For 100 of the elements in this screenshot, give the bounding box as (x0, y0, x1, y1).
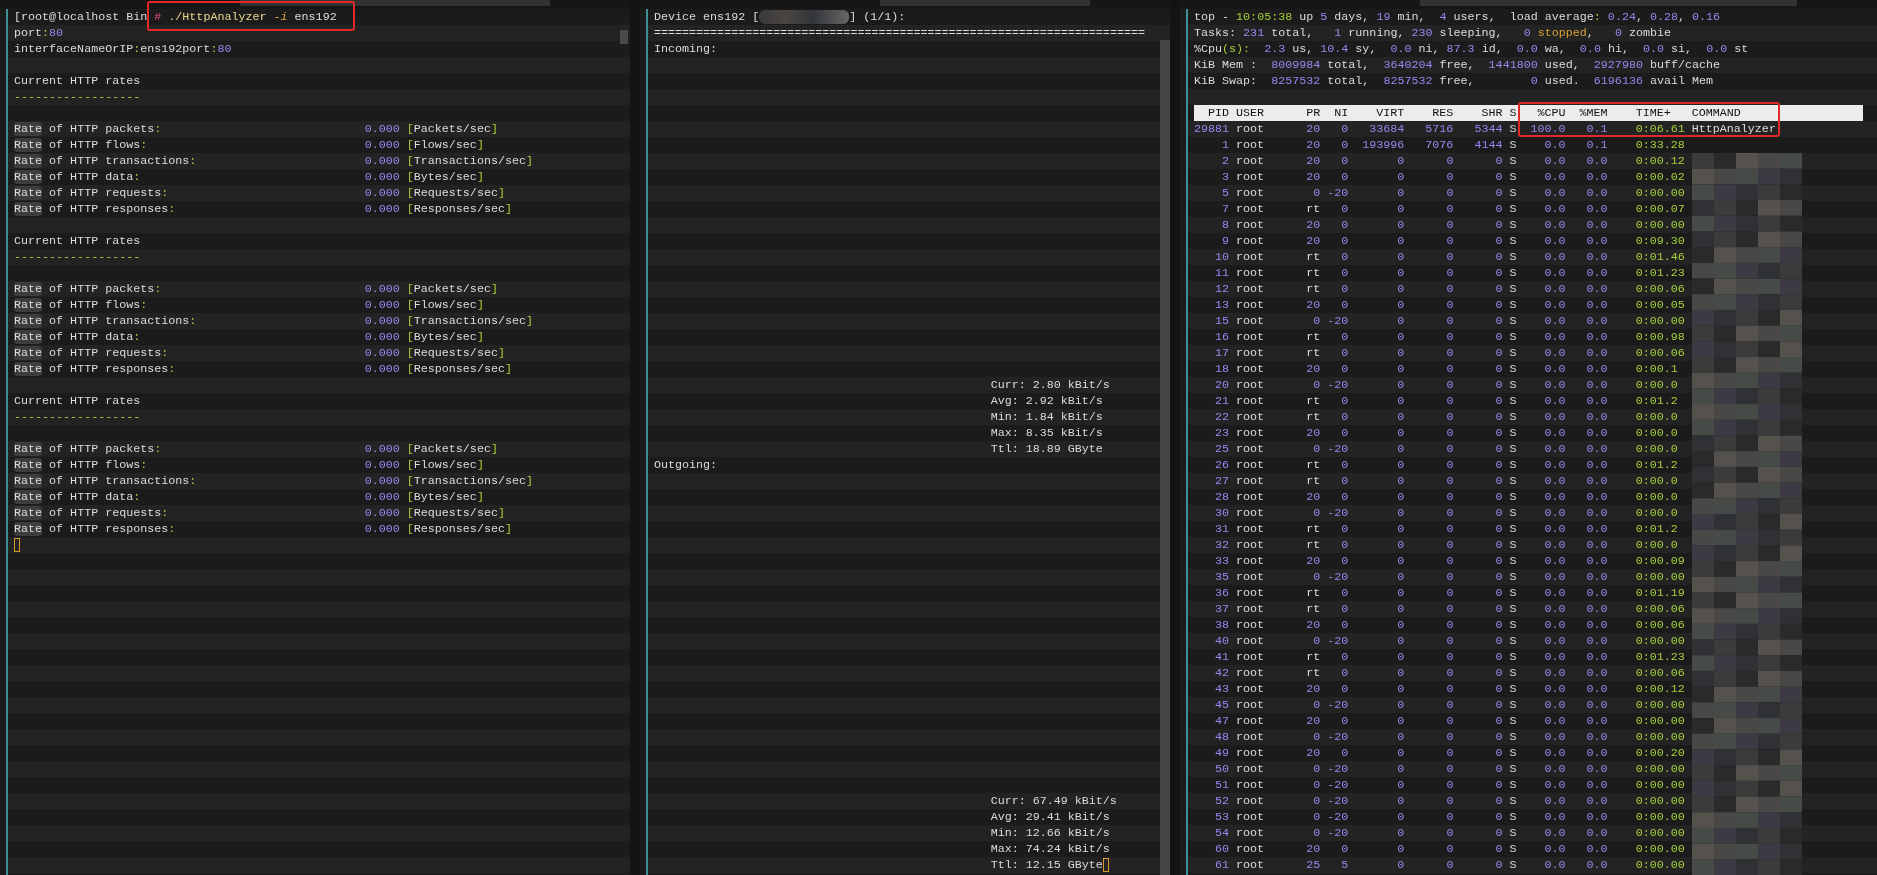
table-cell-text: 0 (1340, 361, 1349, 377)
table-cell-text: 0.0 (1543, 457, 1566, 473)
table-cell-text: 0.0 (1543, 697, 1566, 713)
table-cell-text: 0.0 (1543, 169, 1566, 185)
table-cell: 29881 (1194, 121, 1230, 137)
table-cell-text: 0 (1445, 841, 1454, 857)
table-cell-text: 20 (1305, 617, 1321, 633)
rate-stat: Avg: 29.41 kBit/s (990, 809, 1110, 825)
table-cell-text: 0 (1494, 377, 1503, 393)
table-cell-text: 0.0 (1543, 537, 1566, 553)
section-label: Outgoing: (654, 457, 718, 473)
table-cell-text: 0 (1340, 713, 1349, 729)
table-cell-text: 0 (1396, 681, 1405, 697)
table-cell-text: 10 (1214, 249, 1230, 265)
table-cell-text: 100.0 (1529, 121, 1566, 137)
table-cell-text: 0 (1396, 665, 1405, 681)
table-cell-text: 0 (1340, 281, 1349, 297)
table-cell-text: 0 (1312, 377, 1321, 393)
rate-stat: Min: 1.84 kBit/s (990, 409, 1103, 425)
table-cell-text: 0.0 (1585, 649, 1608, 665)
table-cell-text: 0 (1445, 425, 1454, 441)
table-cell-text: 0:00.0 (1634, 441, 1679, 457)
table-cell-text: 0:00.06 (1634, 617, 1685, 633)
table-cell: -20 (1327, 825, 1349, 841)
table-cell-text: 0 (1396, 505, 1405, 521)
terminal-line: ------------------ (14, 89, 141, 105)
table-cell-text: 0:01.2 (1634, 521, 1679, 537)
table-cell-text: 0 (1494, 217, 1503, 233)
rate-value: 0.000 (364, 521, 400, 537)
scrollbar-thumb[interactable] (620, 30, 628, 44)
column-header: SHR (1480, 105, 1503, 121)
terminal-line: ------------------ (14, 409, 141, 425)
table-cell-text: 0.0 (1543, 217, 1566, 233)
table-cell-text: root (1236, 217, 1266, 233)
table-cell-text: 0.0 (1585, 601, 1608, 617)
table-cell-text: 0.1 (1585, 121, 1608, 137)
table-cell-text: 0 (1396, 777, 1405, 793)
table-cell-text: 0 (1445, 537, 1454, 553)
rate-unit: [Requests/sec] (406, 185, 505, 201)
table-cell: S (1509, 217, 1517, 233)
table-cell-text: 0.0 (1543, 553, 1566, 569)
table-cell-text: 0 (1396, 857, 1405, 873)
table-cell-text: 4144 (1473, 137, 1503, 153)
table-cell-text: root (1236, 857, 1266, 873)
table-cell-text: 16 (1214, 329, 1230, 345)
table-cell-text: 0 (1340, 345, 1349, 361)
table-cell-text: 0 (1340, 217, 1349, 233)
table-cell-text: 0 (1340, 329, 1349, 345)
table-cell-text: 0 (1494, 329, 1503, 345)
table-cell-text: 0 (1396, 793, 1405, 809)
table-cell-text: 0 (1340, 601, 1349, 617)
rate-unit: [Responses/sec] (406, 201, 512, 217)
table-cell-text: root (1236, 553, 1266, 569)
table-cell-text: 0 (1396, 345, 1405, 361)
table-cell-text: 0 (1340, 201, 1349, 217)
table-cell-text: 0 (1396, 169, 1405, 185)
table-cell: S (1509, 585, 1517, 601)
rate-value: 0.000 (364, 169, 400, 185)
table-cell: S (1509, 505, 1517, 521)
table-cell-text: 0 (1494, 521, 1503, 537)
table-cell-text: root (1236, 809, 1266, 825)
table-cell-text: root (1236, 409, 1266, 425)
table-cell-text: root (1236, 505, 1266, 521)
table-cell-text: 0 (1396, 393, 1405, 409)
rate-unit: [Responses/sec] (406, 521, 512, 537)
table-cell-text: 0 (1445, 521, 1454, 537)
table-cell-text: 0.0 (1585, 521, 1608, 537)
table-cell-text: 0.0 (1585, 489, 1608, 505)
table-cell-text: 28 (1214, 489, 1230, 505)
table-cell-text: 0.0 (1543, 713, 1566, 729)
table-cell-text: 0 (1494, 313, 1503, 329)
table-cell-text: 0 (1494, 489, 1503, 505)
table-cell-text: 0 (1445, 793, 1454, 809)
table-cell-text: 0:00.00 (1634, 857, 1685, 873)
text-cursor (1102, 858, 1109, 872)
table-cell-text: 0 (1445, 185, 1454, 201)
table-cell-text: 0:00.00 (1634, 809, 1685, 825)
table-cell-text: 0 (1396, 713, 1405, 729)
table-cell-text: 0 (1445, 649, 1454, 665)
table-cell-text: 0.0 (1585, 841, 1608, 857)
table-cell-text: 0 (1494, 681, 1503, 697)
table-cell-text: 0.0 (1543, 281, 1566, 297)
rate-label: Rate of HTTP flows: (14, 298, 148, 312)
table-cell-text: 0 (1340, 169, 1349, 185)
table-cell-text: 0 (1396, 233, 1405, 249)
table-cell: S (1509, 329, 1517, 345)
table-cell-text: 0 (1445, 329, 1454, 345)
table-cell-text: 5 (1340, 857, 1349, 873)
table-cell-text: 0.0 (1543, 505, 1566, 521)
scrollbar[interactable] (1160, 40, 1170, 875)
table-cell-text: 0 (1445, 569, 1454, 585)
table-cell-text: 0 (1494, 425, 1503, 441)
table-cell-text: 0 (1396, 249, 1405, 265)
table-cell: -20 (1327, 313, 1349, 329)
table-cell: S (1509, 681, 1517, 697)
table-cell-text: 0 (1445, 585, 1454, 601)
table-cell-text: 193996 (1361, 137, 1405, 153)
table-cell-text: 0 (1494, 729, 1503, 745)
table-cell-text: 0.0 (1585, 345, 1608, 361)
table-cell-text: 0.0 (1585, 201, 1608, 217)
